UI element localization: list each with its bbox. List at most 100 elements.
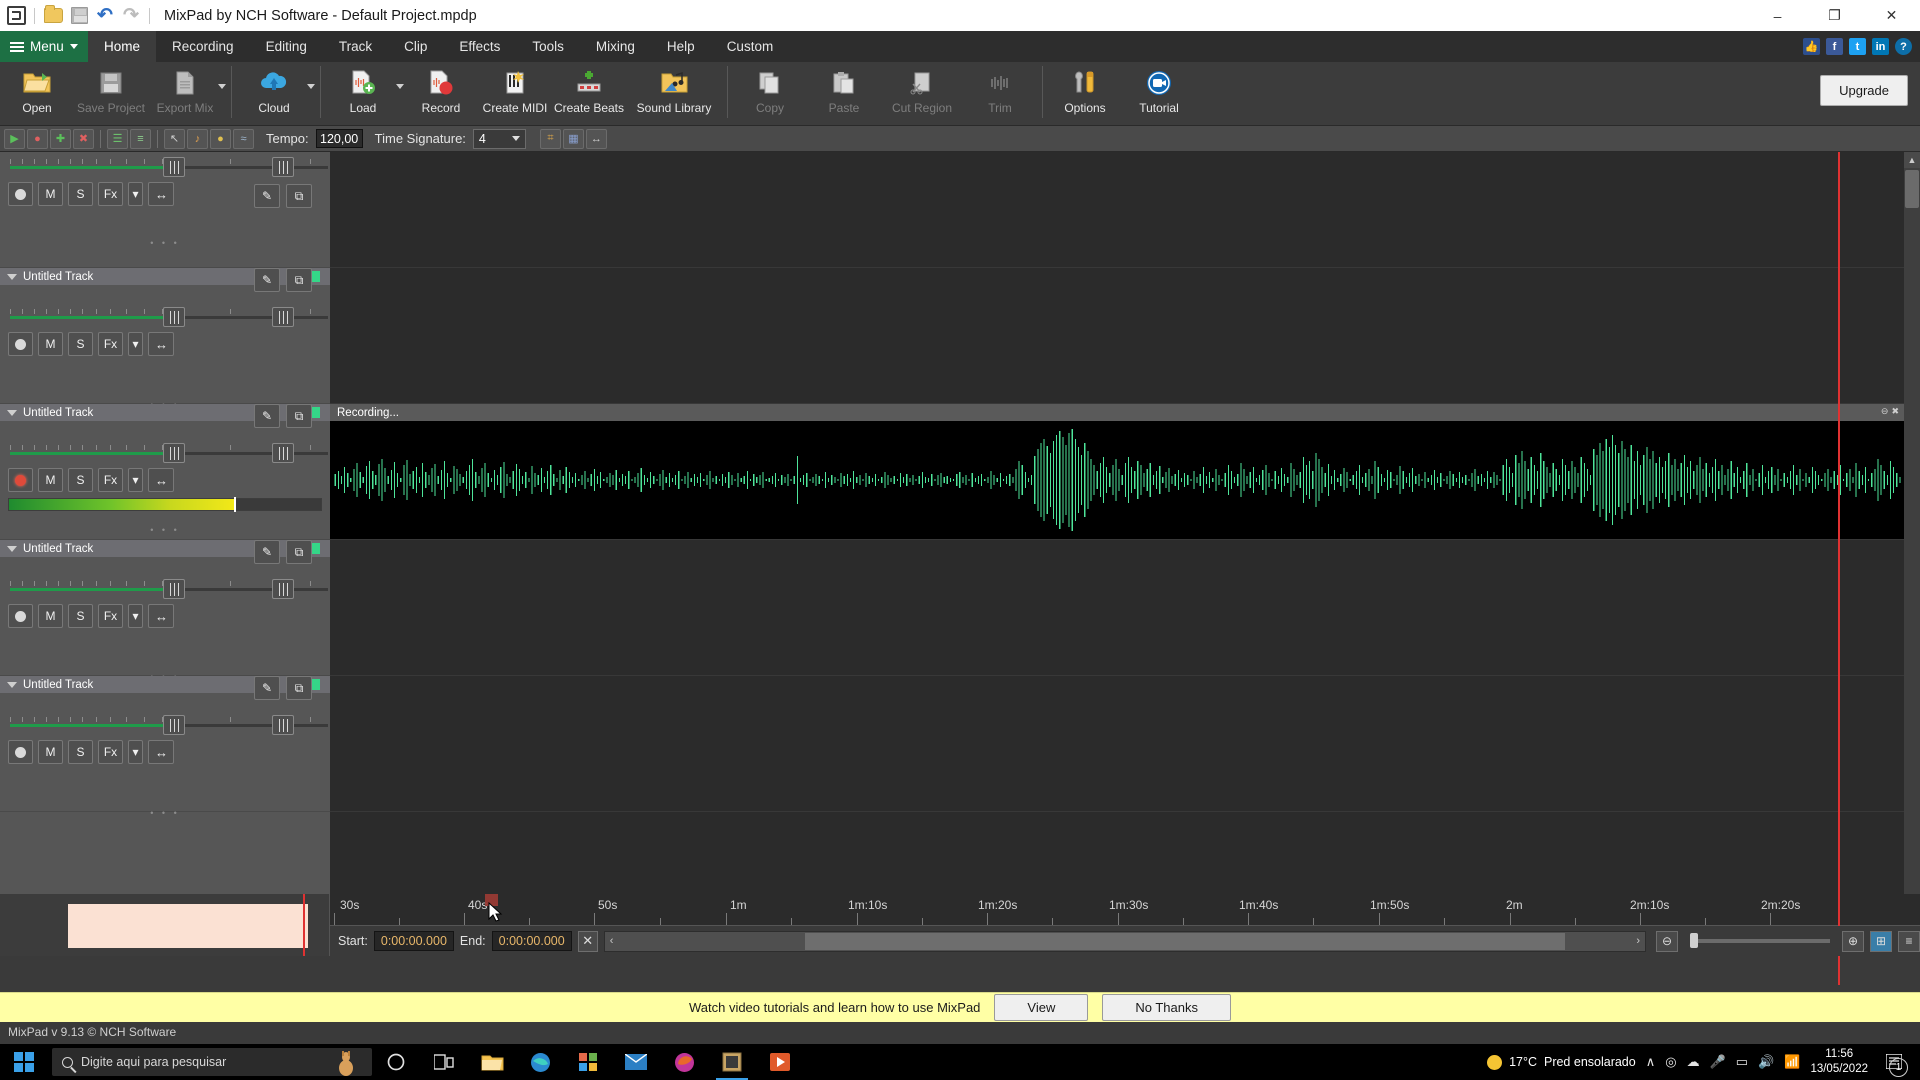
ribbon-cloud-button[interactable]: Cloud: [237, 62, 311, 124]
microphone-icon[interactable]: 🎤: [1710, 1054, 1726, 1070]
tab-recording[interactable]: Recording: [156, 31, 250, 62]
track-solo-button[interactable]: S: [68, 740, 93, 764]
track-solo-button[interactable]: S: [68, 604, 93, 628]
volume-slider-track[interactable]: [10, 588, 172, 591]
chevron-down-icon[interactable]: [7, 409, 17, 416]
track-arm-button[interactable]: [8, 468, 33, 492]
time-signature-select[interactable]: 4: [472, 128, 526, 149]
track-pan-button[interactable]: ↔: [148, 604, 174, 628]
onedrive-icon[interactable]: ☁: [1687, 1054, 1700, 1070]
clip-start-value[interactable]: 0:00:00.000: [373, 931, 454, 951]
track-fx-button[interactable]: Fx: [98, 332, 123, 356]
overview-playhead[interactable]: [303, 894, 305, 956]
linkedin-icon[interactable]: in: [1872, 38, 1889, 55]
timeline-lane[interactable]: [330, 268, 1904, 404]
track-arm-button[interactable]: [8, 332, 33, 356]
minimize-button[interactable]: –: [1749, 0, 1806, 31]
track-name[interactable]: Untitled Track: [23, 543, 93, 555]
track-tool-wave-icon[interactable]: ⧉: [286, 268, 312, 292]
track-fx-chevron-down-icon[interactable]: ▾: [128, 740, 143, 764]
search-input[interactable]: Digite aqui para pesquisar: [52, 1048, 372, 1076]
battery-icon[interactable]: ▭: [1736, 1054, 1748, 1070]
ribbon-options-button[interactable]: Options: [1048, 62, 1122, 124]
undo-icon[interactable]: ↶: [93, 4, 117, 28]
track-fx-button[interactable]: Fx: [98, 604, 123, 628]
ruler-icon[interactable]: ↔: [585, 128, 607, 149]
pan-slider-track[interactable]: [172, 166, 282, 169]
tab-home[interactable]: Home: [88, 31, 157, 62]
ribbon-save-project-button[interactable]: Save Project: [74, 62, 148, 124]
timeline-lane[interactable]: [330, 152, 1904, 268]
track-tool-wave-icon[interactable]: ⧉: [286, 184, 312, 208]
cortana-icon[interactable]: [372, 1044, 420, 1080]
pan-slider-handle[interactable]: [272, 157, 294, 177]
track-fx-button[interactable]: Fx: [98, 182, 123, 206]
track-row[interactable]: Untitled Track M S Fx: [0, 676, 330, 818]
clock[interactable]: 11:56 13/05/2022: [1810, 1047, 1868, 1077]
record-small-icon[interactable]: ●: [27, 128, 48, 149]
delete-track-icon[interactable]: ✖: [73, 128, 94, 149]
maximize-button[interactable]: ❐: [1806, 0, 1863, 31]
track-tool-edit-icon[interactable]: ✎: [254, 404, 280, 428]
track-solo-button[interactable]: S: [68, 182, 93, 206]
notification-dismiss-button[interactable]: No Thanks: [1102, 994, 1232, 1021]
task-view-icon[interactable]: [420, 1044, 468, 1080]
level-icon[interactable]: ≡: [130, 128, 151, 149]
ribbon-open-button[interactable]: Open: [0, 62, 74, 124]
ribbon-export-mix-button[interactable]: Export Mix: [148, 62, 222, 124]
timeline-canvas[interactable]: Recording... ⊖ ✖: [330, 152, 1904, 956]
mixer-icon[interactable]: ☰: [107, 128, 128, 149]
track-tool-edit-icon[interactable]: ✎: [254, 184, 280, 208]
scroll-up-arrow-icon[interactable]: ▲: [1904, 152, 1920, 168]
track-pan-button[interactable]: ↔: [148, 182, 174, 206]
volume-slider-handle[interactable]: [163, 307, 185, 327]
ribbon-copy-button[interactable]: Copy: [733, 62, 807, 124]
tab-tools[interactable]: Tools: [516, 31, 580, 62]
scroll-right-arrow-icon[interactable]: ›: [1631, 935, 1645, 947]
volume-slider-track[interactable]: [10, 724, 172, 727]
volume-slider-handle[interactable]: [163, 443, 185, 463]
tab-clip[interactable]: Clip: [388, 31, 443, 62]
zoom-out-button[interactable]: ⊖: [1656, 930, 1678, 952]
notification-badge[interactable]: 1: [1889, 1058, 1908, 1077]
firefox-icon[interactable]: [660, 1044, 708, 1080]
tab-editing[interactable]: Editing: [250, 31, 323, 62]
track-mute-button[interactable]: M: [38, 182, 63, 206]
track-solo-button[interactable]: S: [68, 468, 93, 492]
effects-icon[interactable]: ♪: [187, 128, 208, 149]
redo-icon[interactable]: ↷: [119, 4, 143, 28]
track-fx-button[interactable]: Fx: [98, 740, 123, 764]
metronome-icon[interactable]: ●: [210, 128, 231, 149]
track-arm-button[interactable]: [8, 604, 33, 628]
track-pan-button[interactable]: ↔: [148, 468, 174, 492]
timeline-lane[interactable]: [330, 540, 1904, 676]
track-tool-wave-icon[interactable]: ⧉: [286, 676, 312, 700]
ribbon-create-beats-button[interactable]: Create Beats: [552, 62, 626, 124]
wifi-icon[interactable]: 📶: [1784, 1054, 1800, 1070]
track-name[interactable]: Untitled Track: [23, 679, 93, 691]
chevron-down-icon[interactable]: [7, 681, 17, 688]
edge-icon[interactable]: [516, 1044, 564, 1080]
ribbon-record-button[interactable]: Record: [404, 62, 478, 124]
track-fx-chevron-down-icon[interactable]: ▾: [128, 332, 143, 356]
mail-icon[interactable]: [612, 1044, 660, 1080]
close-button[interactable]: ✕: [1863, 0, 1920, 31]
extra-slider-track[interactable]: [288, 166, 328, 169]
overview-selection[interactable]: [68, 904, 308, 948]
track-tool-wave-icon[interactable]: ⧉: [286, 404, 312, 428]
track-fx-chevron-down-icon[interactable]: ▾: [128, 604, 143, 628]
track-pan-button[interactable]: ↔: [148, 740, 174, 764]
timeline-lane[interactable]: Recording... ⊖ ✖: [330, 404, 1904, 540]
track-name[interactable]: Untitled Track: [23, 407, 93, 419]
playhead[interactable]: [1838, 152, 1840, 956]
volume-slider-handle[interactable]: [163, 579, 185, 599]
clear-selection-icon[interactable]: ✕: [577, 930, 598, 952]
track-arm-button[interactable]: [8, 740, 33, 764]
ribbon-tutorial-button[interactable]: Tutorial: [1122, 62, 1196, 124]
volume-slider-track[interactable]: [10, 452, 172, 455]
track-row[interactable]: Untitled Track M S Fx: [0, 268, 330, 410]
timeline-lane[interactable]: [330, 676, 1904, 812]
zoom-reset-button[interactable]: ≡: [1898, 930, 1920, 952]
horizontal-scroll-thumb[interactable]: [804, 932, 1565, 950]
facebook-icon[interactable]: f: [1826, 38, 1843, 55]
